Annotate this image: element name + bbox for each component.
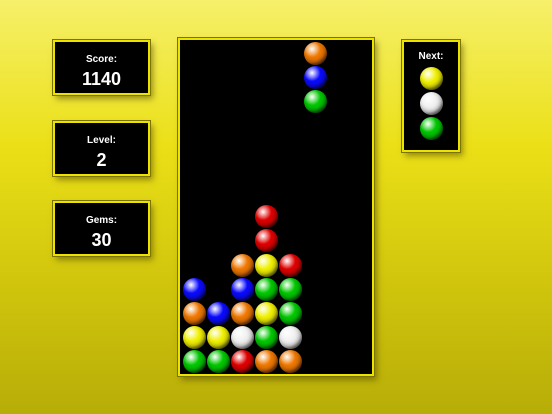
gem-blue	[207, 301, 231, 325]
score-value: 1140	[81, 69, 122, 89]
gem-green	[183, 349, 206, 373]
gem-orange	[183, 301, 206, 325]
gem-yellow	[255, 301, 279, 325]
score-panel: Score: 1140	[53, 40, 150, 95]
gem-orange	[279, 349, 303, 373]
gem-yellow	[183, 325, 206, 349]
game-board[interactable]	[178, 38, 374, 376]
gems-value: 30	[91, 230, 112, 250]
gem-green	[279, 301, 303, 325]
gem-blue	[183, 277, 206, 301]
gem-green	[255, 277, 279, 301]
gems-label: Gems:	[85, 215, 118, 226]
gem-green	[255, 325, 279, 349]
level-value: 2	[96, 150, 107, 170]
gem-red	[255, 205, 279, 229]
gem-orange	[255, 349, 279, 373]
next-piece-panel: Next:	[402, 40, 460, 152]
next-label: Next:	[418, 51, 444, 62]
level-panel: Level: 2	[53, 121, 150, 176]
falling-gem-blue[interactable]	[303, 66, 327, 90]
next-gem-white	[420, 92, 443, 115]
gem-red	[231, 349, 255, 373]
level-label: Level:	[87, 135, 116, 146]
gem-red	[279, 253, 303, 277]
gem-green	[207, 349, 231, 373]
gem-blue	[231, 277, 255, 301]
falling-gem-orange[interactable]	[303, 42, 327, 65]
gem-red	[255, 229, 279, 253]
gem-white	[279, 325, 303, 349]
gem-white	[231, 325, 255, 349]
gems-panel: Gems: 30	[53, 201, 150, 256]
gem-green	[279, 277, 303, 301]
gem-yellow	[207, 325, 231, 349]
score-label: Score:	[85, 54, 118, 65]
next-gem-yellow	[420, 67, 443, 90]
falling-gem-green[interactable]	[303, 90, 327, 114]
gem-yellow	[255, 253, 279, 277]
next-gem-green	[420, 117, 443, 140]
gem-orange	[231, 253, 255, 277]
gem-orange	[231, 301, 255, 325]
